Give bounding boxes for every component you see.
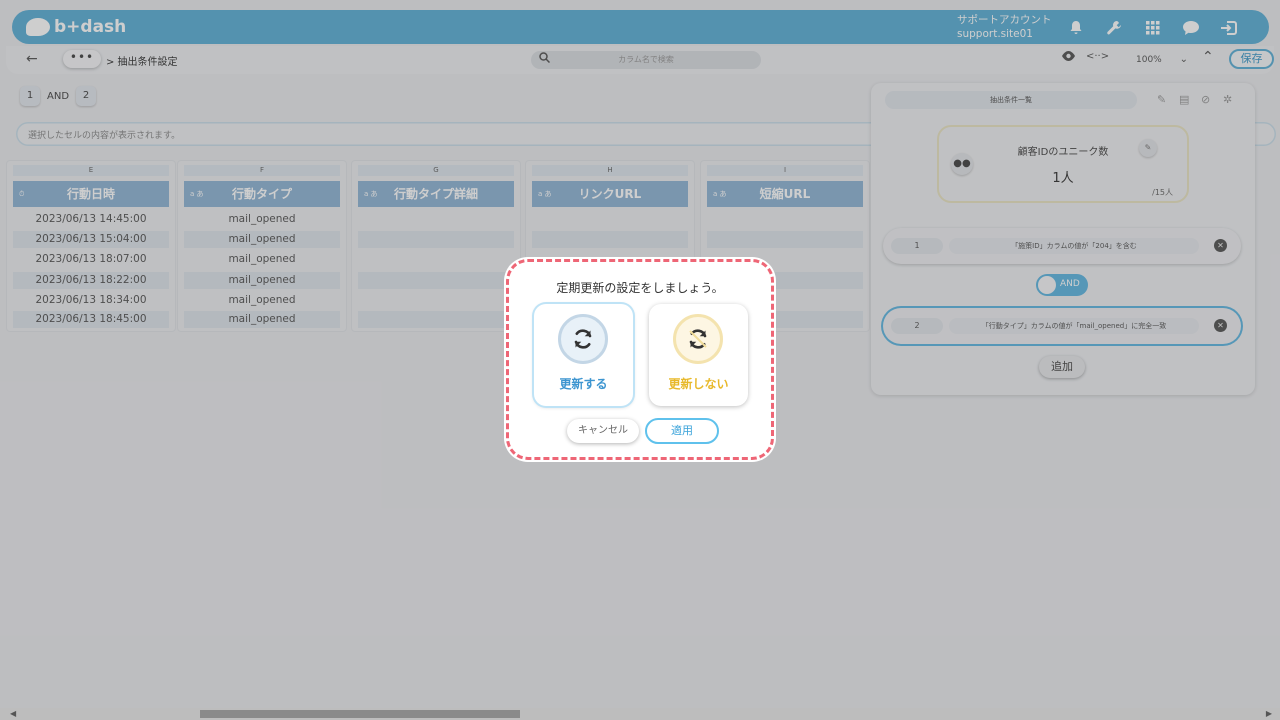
no-update-option-label: 更新しない: [668, 377, 729, 391]
refresh-icon: [558, 314, 608, 364]
no-update-option-card[interactable]: 更新しない: [649, 304, 748, 406]
dialog-title: 定期更新の設定をしましょう。: [556, 281, 724, 295]
no-refresh-icon: [673, 314, 723, 364]
cancel-button[interactable]: キャンセル: [567, 419, 639, 443]
horizontal-scrollbar[interactable]: ◀ ▶: [0, 708, 1280, 720]
scrollbar-thumb[interactable]: [200, 710, 520, 718]
apply-button[interactable]: 適用: [645, 418, 719, 444]
update-option-card[interactable]: 更新する: [534, 304, 633, 406]
periodic-update-dialog: 定期更新の設定をしましょう。 更新する 更新しない キャンセル 適用: [506, 259, 774, 460]
scroll-right-icon[interactable]: ▶: [1266, 709, 1272, 718]
scroll-left-icon[interactable]: ◀: [10, 709, 16, 718]
update-option-label: 更新する: [559, 377, 608, 391]
